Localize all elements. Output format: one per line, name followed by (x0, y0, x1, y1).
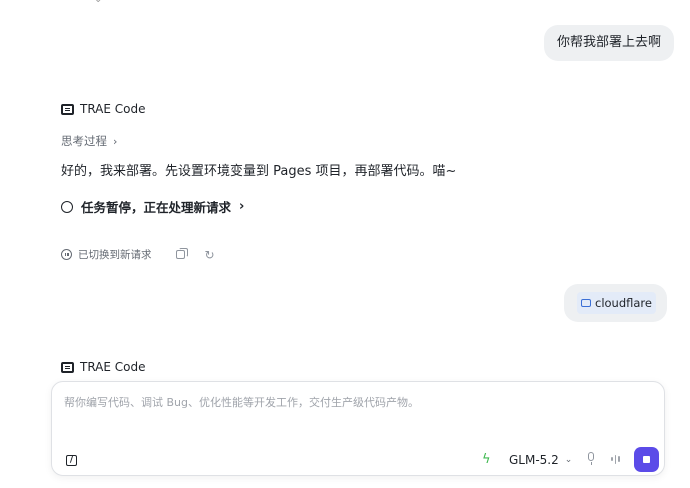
stop-icon[interactable] (634, 447, 659, 472)
waveform-icon[interactable] (611, 453, 620, 465)
reference-chip-label: cloudflare (595, 296, 652, 310)
circle-icon (61, 200, 73, 213)
lightning-icon[interactable]: ϟ (482, 452, 491, 467)
microphone-icon[interactable] (584, 452, 598, 466)
switched-label: 已切换到新请求 (78, 249, 152, 261)
model-selector[interactable]: GLM-5.2 ⌄ (509, 453, 572, 467)
chevron-right-icon: › (239, 199, 245, 214)
user-message-bubble: cloudflare (564, 284, 667, 322)
slash-command-icon[interactable]: / (66, 455, 77, 466)
trae-logo-icon (61, 361, 74, 373)
chat-input[interactable] (64, 396, 644, 409)
thinking-label: 思考过程 (61, 134, 107, 148)
model-name: GLM-5.2 (509, 453, 559, 467)
assistant-header: TRAE Code (61, 102, 146, 116)
copy-icon[interactable] (175, 247, 188, 259)
user-message-bubble: 你帮我部署上去啊 (544, 25, 675, 61)
reference-chip[interactable]: cloudflare (577, 292, 656, 314)
chevron-down-icon: ⌄ (564, 455, 573, 465)
link-chip-icon (581, 299, 591, 307)
chevron-right-icon: › (113, 134, 118, 148)
assistant-name: TRAE Code (80, 360, 146, 374)
refresh-icon[interactable]: ↻ (205, 249, 215, 261)
thinking-toggle[interactable]: 思考过程 › (61, 133, 117, 149)
assistant-answer: 好的，我来部署。先设置环境变量到 Pages 项目，再部署代码。喵~ (61, 164, 457, 179)
assistant-header: TRAE Code (61, 360, 146, 374)
pause-circle-icon (61, 249, 72, 260)
trae-logo-icon (61, 103, 74, 115)
chat-input-panel: / ϟ GLM-5.2 ⌄ (51, 381, 665, 476)
user-message-text: 你帮我部署上去啊 (557, 35, 662, 50)
task-status-toggle[interactable]: 任务暂停，正在处理新请求 › (61, 197, 244, 216)
assistant-name: TRAE Code (80, 102, 146, 116)
message-actions: 已切换到新请求 ↻ (61, 247, 215, 262)
task-status-text: 任务暂停，正在处理新请求 (81, 200, 232, 215)
